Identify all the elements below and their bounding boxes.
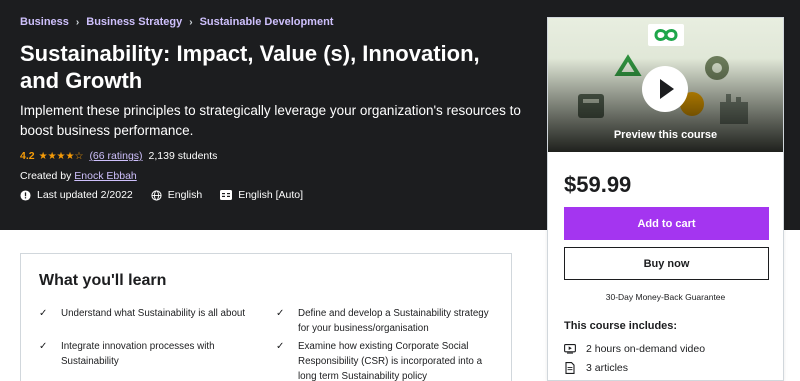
- learn-item: ✓ Understand what Sustainability is all …: [39, 306, 261, 321]
- learn-item-text: Define and develop a Sustainability stra…: [298, 308, 489, 334]
- article-icon: [565, 362, 575, 374]
- language: English: [151, 189, 202, 201]
- breadcrumb-sustainable-development[interactable]: Sustainable Development: [200, 16, 334, 28]
- language-text: English: [167, 189, 203, 201]
- star-rating-icon: ★★★★☆: [38, 150, 84, 162]
- created-by: Created by Enock Ebbah: [20, 170, 137, 182]
- includes-articles-text: 3 articles: [586, 362, 629, 374]
- includes-item-articles: 3 articles: [564, 362, 628, 374]
- what-you-will-learn: What you'll learn ✓ Understand what Sust…: [20, 253, 512, 381]
- money-back-guarantee: 30-Day Money-Back Guarantee: [605, 292, 726, 302]
- purchase-sidebar: Preview this course $59.99 Add to cart B…: [547, 17, 784, 381]
- course-preview[interactable]: Preview this course: [548, 18, 783, 152]
- course-price: $59.99: [564, 172, 632, 197]
- includes-video-text: 2 hours on-demand video: [586, 343, 706, 355]
- preview-label[interactable]: Preview this course: [548, 129, 783, 141]
- captions-text: English [Auto]: [238, 189, 304, 201]
- students-count: 2,139 students: [148, 150, 218, 162]
- learn-item-text: Examine how existing Corporate Social Re…: [298, 341, 483, 381]
- last-updated-text: Last updated 2/2022: [37, 189, 133, 201]
- last-updated: Last updated 2/2022: [20, 189, 133, 201]
- instructor-link[interactable]: Enock Ebbah: [74, 170, 136, 182]
- buy-now-button[interactable]: Buy now: [564, 247, 769, 280]
- course-meta: Last updated 2/2022 English English [Aut…: [20, 189, 321, 201]
- breadcrumb-business[interactable]: Business: [20, 16, 69, 28]
- globe-icon: [151, 189, 162, 201]
- includes-title: This course includes:: [564, 320, 678, 332]
- chevron-right-icon: ›: [189, 16, 193, 28]
- learn-title: What you'll learn: [39, 272, 167, 289]
- chevron-right-icon: ›: [75, 16, 80, 28]
- learn-item-text: Integrate innovation processes with Sust…: [61, 341, 215, 367]
- play-icon[interactable]: [642, 66, 688, 112]
- includes-item-video: 2 hours on-demand video: [564, 343, 705, 355]
- learn-item: ✓ Define and develop a Sustainability st…: [276, 306, 501, 336]
- learn-item-text: Understand what Sustainability is all ab…: [61, 308, 246, 319]
- rating-value: 4.2: [20, 150, 35, 162]
- check-icon: ✓: [276, 341, 285, 352]
- check-icon: ✓: [39, 341, 48, 352]
- ratings-count-link[interactable]: (66 ratings): [89, 150, 142, 162]
- alert-icon: [20, 189, 31, 201]
- video-icon: [564, 344, 576, 354]
- breadcrumb-business-strategy[interactable]: Business Strategy: [86, 16, 182, 28]
- check-icon: ✓: [39, 308, 48, 319]
- course-title: Sustainability: Impact, Value (s), Innov…: [20, 41, 480, 93]
- learn-item: ✓ Examine how existing Corporate Social …: [276, 339, 501, 381]
- rating-row: 4.2 ★★★★☆ (66 ratings) 2,139 students: [20, 150, 217, 162]
- breadcrumb: Business › Business Strategy › Sustainab…: [20, 16, 333, 28]
- captions-icon: [220, 190, 233, 200]
- created-by-label: Created by: [20, 170, 72, 182]
- add-to-cart-button[interactable]: Add to cart: [564, 207, 769, 240]
- captions: English [Auto]: [220, 189, 303, 201]
- check-icon: ✓: [276, 308, 285, 319]
- course-subtitle: Implement these principles to strategica…: [20, 103, 521, 138]
- learn-item: ✓ Integrate innovation processes with Su…: [39, 339, 261, 369]
